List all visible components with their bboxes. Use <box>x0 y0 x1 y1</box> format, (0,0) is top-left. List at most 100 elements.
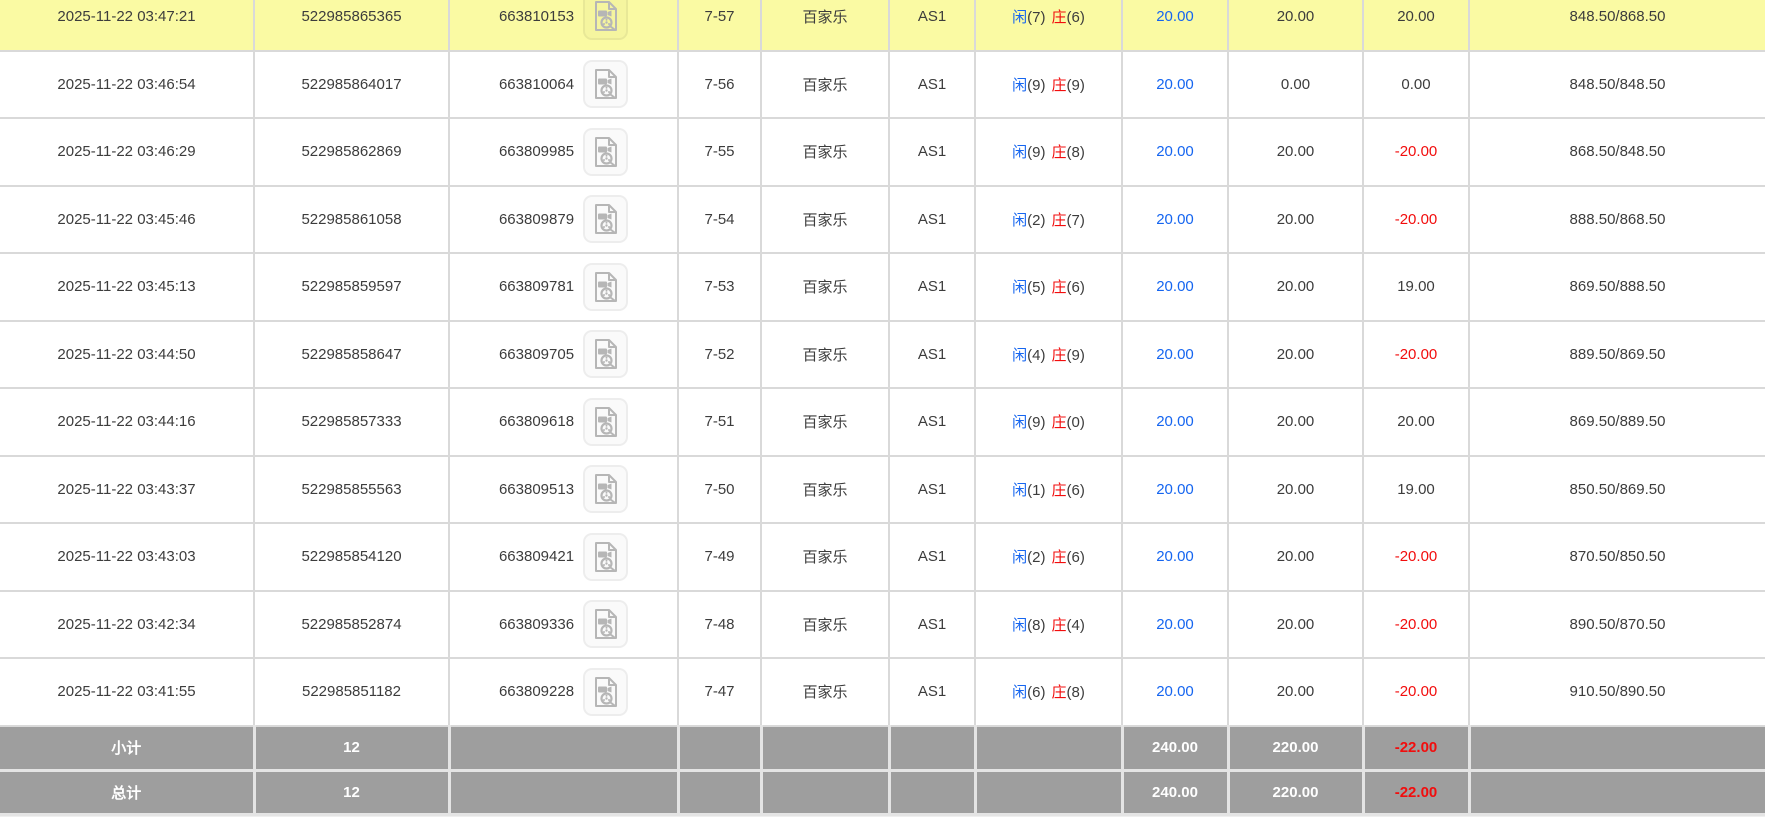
balance-cell: 850.50/869.50 <box>1469 456 1765 524</box>
banker-score: (6) <box>1067 482 1085 499</box>
bet-record-row: 2025-11-22 03:44:50 522985858647 6638097… <box>0 321 1765 389</box>
valid-bet-cell: 20.00 <box>1228 658 1363 726</box>
win-loss-cell: -20.00 <box>1363 118 1469 186</box>
video-replay-button[interactable] <box>583 0 628 40</box>
video-replay-button[interactable] <box>583 60 628 108</box>
banker-score: (8) <box>1067 684 1085 701</box>
shoe-round-cell: 7-50 <box>678 456 761 524</box>
banker-score: (8) <box>1067 144 1085 161</box>
bet-amount-cell: 20.00 <box>1122 591 1228 659</box>
round-id-text: 663809705 <box>499 346 574 363</box>
player-score: (7) <box>1027 9 1045 26</box>
player-score: (1) <box>1027 482 1045 499</box>
win-loss-cell: 20.00 <box>1363 0 1469 51</box>
summary-valid-total-cell: 220.00 <box>1228 770 1363 815</box>
video-file-icon <box>592 203 620 235</box>
round-id-cell: 663809421 <box>449 523 678 591</box>
round-id-text: 663810153 <box>499 8 574 25</box>
valid-bet-cell: 20.00 <box>1228 456 1363 524</box>
game-result-cell: 闲(9)庄(9) <box>975 51 1122 119</box>
game-result-cell: 闲(6)庄(8) <box>975 658 1122 726</box>
game-type-cell: 百家乐 <box>761 321 889 389</box>
game-result-cell: 闲(2)庄(7) <box>975 186 1122 254</box>
player-score: (9) <box>1027 144 1045 161</box>
bet-id-cell: 522985859597 <box>254 253 449 321</box>
video-replay-button[interactable] <box>583 263 628 311</box>
summary-empty-cell <box>678 726 761 771</box>
valid-bet-cell: 20.00 <box>1228 388 1363 456</box>
player-label: 闲 <box>1012 549 1027 566</box>
video-replay-button[interactable] <box>583 398 628 446</box>
banker-score: (6) <box>1067 279 1085 296</box>
win-loss-cell: -20.00 <box>1363 658 1469 726</box>
bet-amount-cell: 20.00 <box>1122 186 1228 254</box>
video-replay-button[interactable] <box>583 465 628 513</box>
bet-id-cell: 522985855563 <box>254 456 449 524</box>
grand-total-row: 总计 12 240.00 220.00 -22.00 <box>0 770 1765 815</box>
summary-empty-cell <box>449 770 678 815</box>
bet-id-cell: 522985865365 <box>254 0 449 51</box>
shoe-round-cell: 7-57 <box>678 0 761 51</box>
video-file-icon <box>592 406 620 438</box>
summary-empty-cell <box>761 770 889 815</box>
video-replay-button[interactable] <box>583 668 628 716</box>
round-id-cell: 663810153 <box>449 0 678 51</box>
game-type-cell: 百家乐 <box>761 388 889 456</box>
banker-label: 庄 <box>1052 144 1067 161</box>
bet-id-cell: 522985858647 <box>254 321 449 389</box>
win-loss-cell: -20.00 <box>1363 523 1469 591</box>
summary-count-cell: 12 <box>254 770 449 815</box>
bet-amount-cell: 20.00 <box>1122 253 1228 321</box>
player-score: (9) <box>1027 414 1045 431</box>
round-id-cell: 663809705 <box>449 321 678 389</box>
round-id-text: 663809618 <box>499 413 574 430</box>
valid-bet-cell: 20.00 <box>1228 118 1363 186</box>
valid-bet-cell: 20.00 <box>1228 321 1363 389</box>
video-file-icon <box>592 136 620 168</box>
summary-winloss-total-cell: -22.00 <box>1363 726 1469 771</box>
bet-amount-cell: 20.00 <box>1122 388 1228 456</box>
bet-amount-cell: 20.00 <box>1122 51 1228 119</box>
valid-bet-cell: 20.00 <box>1228 591 1363 659</box>
player-label: 闲 <box>1012 279 1027 296</box>
video-replay-button[interactable] <box>583 195 628 243</box>
balance-cell: 910.50/890.50 <box>1469 658 1765 726</box>
video-replay-button[interactable] <box>583 128 628 176</box>
summary-empty-cell <box>975 726 1122 771</box>
summary-winloss-total-cell: -22.00 <box>1363 770 1469 815</box>
bet-record-row: 2025-11-22 03:46:54 522985864017 6638100… <box>0 51 1765 119</box>
banker-label: 庄 <box>1052 279 1067 296</box>
valid-bet-cell: 20.00 <box>1228 0 1363 51</box>
video-replay-button[interactable] <box>583 330 628 378</box>
game-type-cell: 百家乐 <box>761 658 889 726</box>
shoe-round-cell: 7-52 <box>678 321 761 389</box>
valid-bet-cell: 20.00 <box>1228 253 1363 321</box>
win-loss-cell: -20.00 <box>1363 321 1469 389</box>
player-score: (2) <box>1027 549 1045 566</box>
round-id-text: 663810064 <box>499 76 574 93</box>
video-file-icon <box>592 473 620 505</box>
bet-records-table: 2025-11-22 03:47:21 522985865365 6638101… <box>0 0 1765 816</box>
bet-amount-cell: 20.00 <box>1122 0 1228 51</box>
game-type-cell: 百家乐 <box>761 591 889 659</box>
bet-id-cell: 522985861058 <box>254 186 449 254</box>
banker-score: (4) <box>1067 617 1085 634</box>
summary-bet-total-cell: 240.00 <box>1122 726 1228 771</box>
bet-record-row: 2025-11-22 03:42:34 522985852874 6638093… <box>0 591 1765 659</box>
summary-empty-cell <box>1469 726 1765 771</box>
video-replay-button[interactable] <box>583 533 628 581</box>
banker-score: (6) <box>1067 549 1085 566</box>
game-type-cell: 百家乐 <box>761 118 889 186</box>
table-name-cell: AS1 <box>889 51 975 119</box>
player-score: (6) <box>1027 684 1045 701</box>
bet-amount-cell: 20.00 <box>1122 321 1228 389</box>
game-type-cell: 百家乐 <box>761 0 889 51</box>
summary-empty-cell <box>975 770 1122 815</box>
round-id-cell: 663809336 <box>449 591 678 659</box>
banker-label: 庄 <box>1052 347 1067 364</box>
summary-empty-cell <box>889 726 975 771</box>
shoe-round-cell: 7-56 <box>678 51 761 119</box>
table-name-cell: AS1 <box>889 456 975 524</box>
banker-score: (7) <box>1067 212 1085 229</box>
video-replay-button[interactable] <box>583 600 628 648</box>
